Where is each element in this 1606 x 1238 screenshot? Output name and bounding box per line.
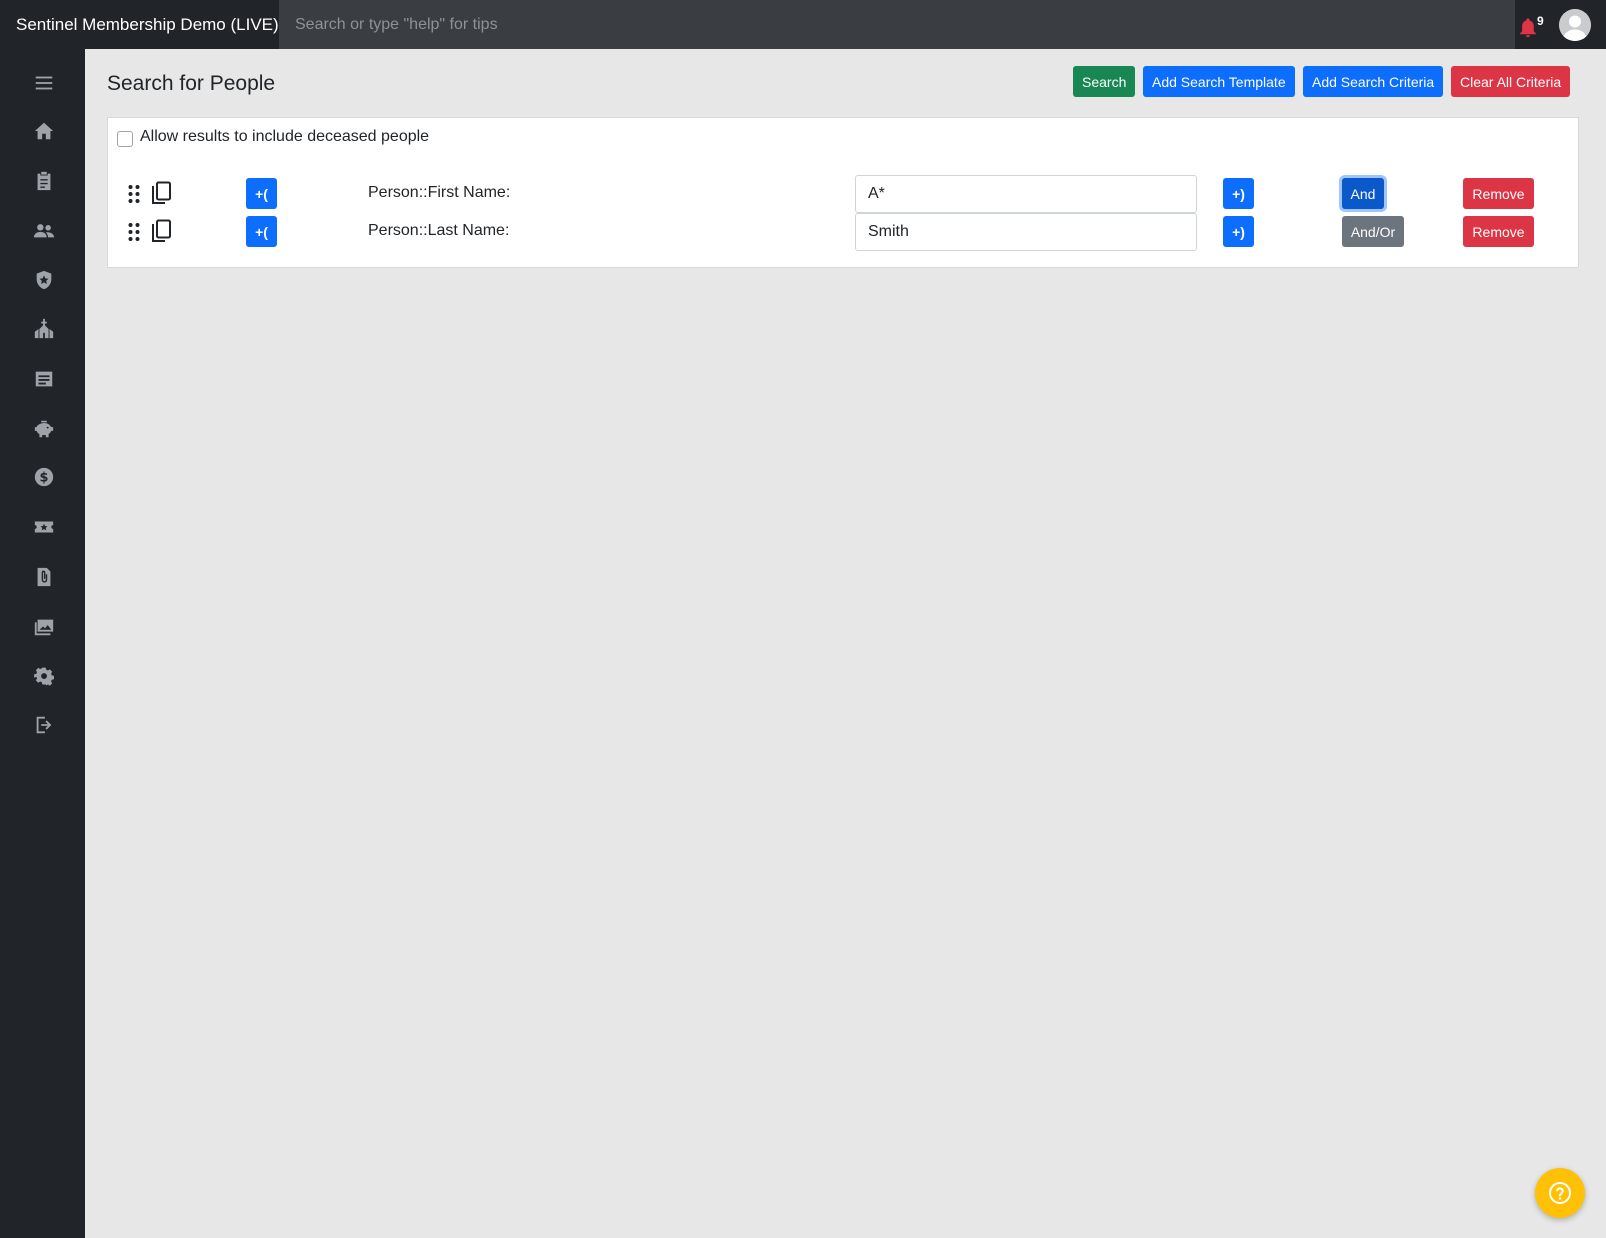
dollar-icon[interactable]: $ [30, 463, 58, 491]
images-icon[interactable] [30, 613, 58, 641]
include-deceased-checkbox[interactable] [117, 131, 133, 147]
church-icon[interactable] [30, 315, 58, 343]
criteria-value-input[interactable] [855, 175, 1197, 213]
svg-text:$: $ [40, 471, 49, 486]
criteria-value-input[interactable] [855, 213, 1197, 251]
logic-operator-button[interactable]: And/Or [1342, 216, 1404, 247]
remove-criteria-button[interactable]: Remove [1463, 216, 1534, 247]
clipboard-icon[interactable] [30, 167, 58, 195]
global-search-input[interactable] [279, 0, 1515, 49]
ticket-icon[interactable] [30, 513, 58, 541]
criteria-row-first-name: +( Person::First Name: +) And Remove [108, 175, 1578, 213]
criteria-field-label: Person::Last Name: [368, 222, 510, 239]
top-bar: Sentinel Membership Demo (LIVE) 9 [0, 0, 1606, 49]
help-icon [1549, 1182, 1571, 1204]
sidebar: $ [0, 49, 85, 1238]
close-parenthesis-button[interactable]: +) [1223, 216, 1254, 247]
remove-criteria-button[interactable]: Remove [1463, 178, 1534, 209]
page-title: Search for People [107, 72, 276, 95]
copy-icon[interactable] [150, 181, 174, 207]
user-avatar[interactable] [1559, 9, 1591, 41]
notification-count-badge: 9 [1537, 14, 1544, 28]
notification-bell-icon[interactable] [1520, 12, 1550, 42]
add-search-criteria-button[interactable]: Add Search Criteria [1303, 66, 1444, 97]
help-button[interactable] [1535, 1168, 1585, 1218]
criteria-card: Allow results to include deceased people… [107, 117, 1579, 268]
copy-icon[interactable] [150, 219, 174, 245]
clear-all-criteria-button[interactable]: Clear All Criteria [1451, 66, 1571, 97]
piggy-bank-icon[interactable] [30, 415, 58, 443]
open-parenthesis-button[interactable]: +( [246, 178, 277, 209]
shield-icon[interactable] [30, 266, 58, 294]
criteria-field-label: Person::First Name: [368, 184, 511, 201]
open-parenthesis-button[interactable]: +( [246, 216, 277, 247]
menu-icon[interactable] [30, 69, 58, 97]
criteria-row-last-name: +( Person::Last Name: +) And/Or Remove [108, 213, 1578, 251]
home-icon[interactable] [30, 117, 58, 145]
people-icon[interactable] [30, 217, 58, 245]
attachment-icon[interactable] [30, 563, 58, 591]
gear-icon[interactable] [30, 662, 58, 690]
search-button[interactable]: Search [1073, 66, 1136, 97]
logout-icon[interactable] [30, 711, 58, 739]
add-search-template-button[interactable]: Add Search Template [1143, 66, 1295, 97]
drag-handle-icon[interactable] [127, 183, 141, 205]
close-parenthesis-button[interactable]: +) [1223, 178, 1254, 209]
logic-operator-button[interactable]: And [1342, 178, 1384, 209]
drag-handle-icon[interactable] [127, 221, 141, 243]
app-title[interactable]: Sentinel Membership Demo (LIVE) [16, 0, 279, 49]
document-icon[interactable] [30, 365, 58, 393]
include-deceased-label[interactable]: Allow results to include deceased people [140, 128, 429, 146]
